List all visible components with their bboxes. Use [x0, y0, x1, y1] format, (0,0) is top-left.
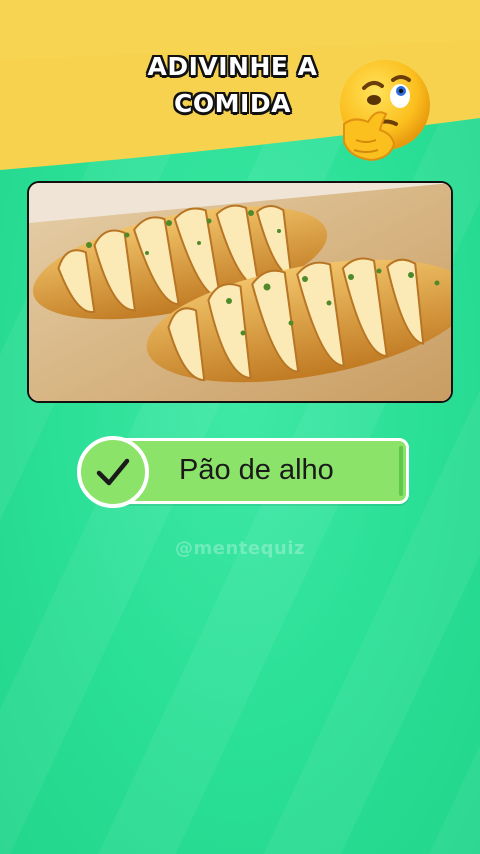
quiz-title: ADIVINHE A COMIDA [120, 48, 345, 122]
food-photo [27, 181, 453, 403]
title-line-2: COMIDA [174, 89, 291, 118]
correct-indicator [77, 436, 149, 508]
title-line-1: ADIVINHE A [147, 52, 318, 81]
answer-option[interactable]: Pão de alho [77, 436, 411, 508]
answer-label: Pão de alho [179, 454, 334, 486]
watermark: @mentequiz [175, 538, 305, 559]
checkmark-icon [96, 458, 130, 486]
garlic-bread-image [29, 183, 451, 401]
thinking-face-icon [340, 60, 430, 162]
